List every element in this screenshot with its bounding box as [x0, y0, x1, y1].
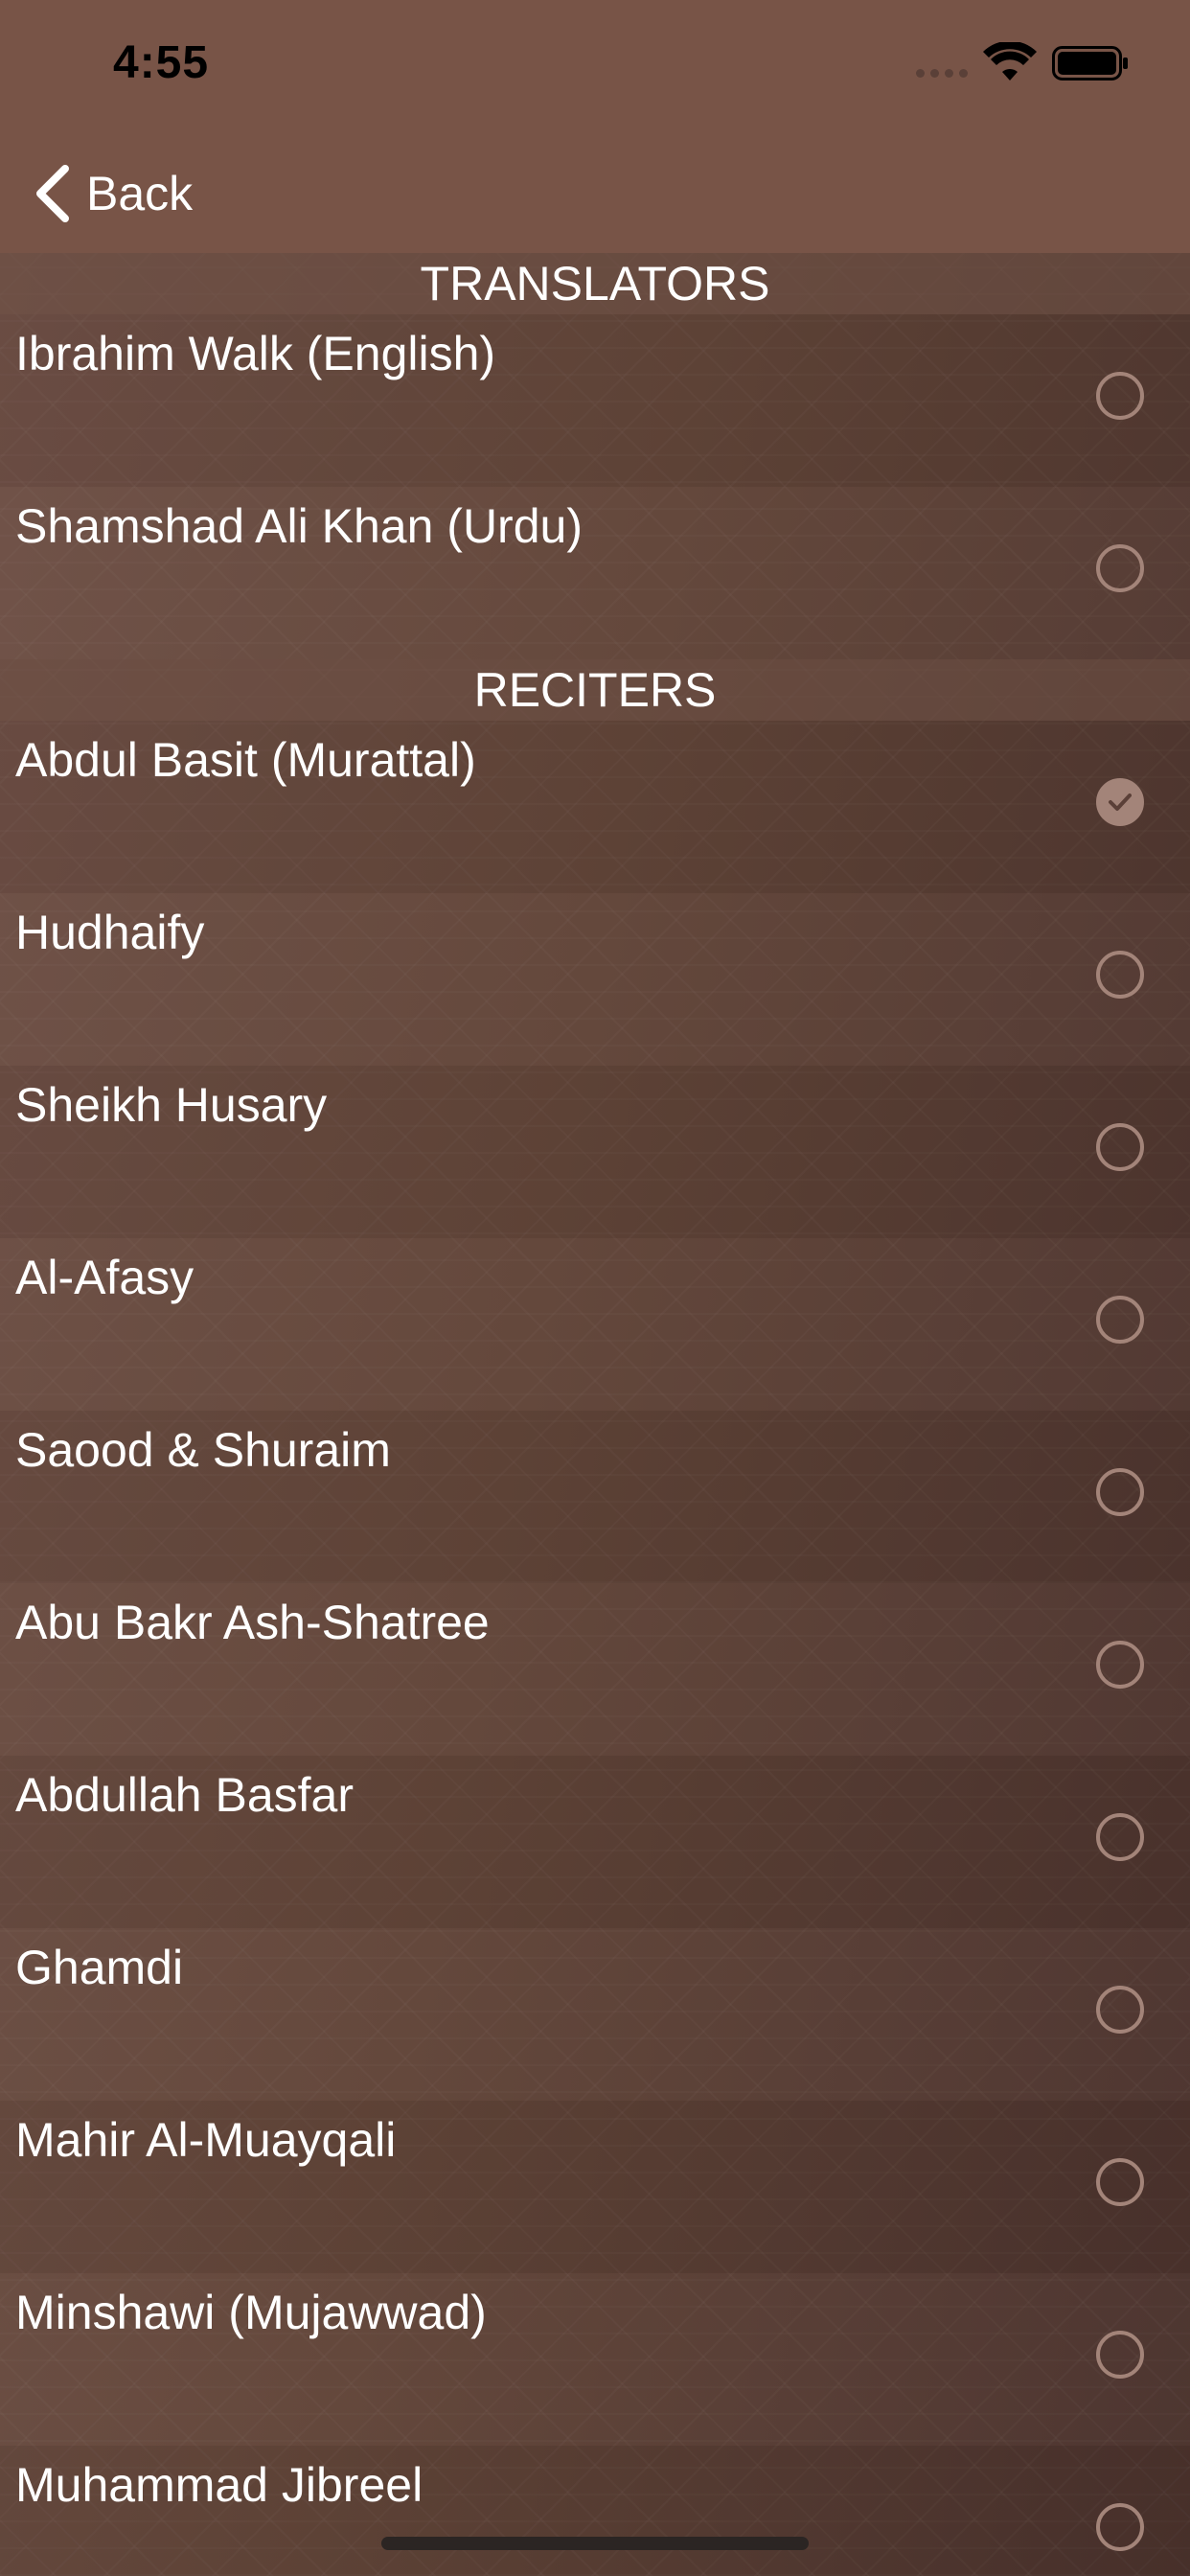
list-item[interactable]: Minshawi (Mujawwad): [0, 2273, 1190, 2446]
list-item-label: Minshawi (Mujawwad): [15, 2286, 487, 2339]
wifi-icon: [983, 42, 1037, 80]
list-item-label: Al-Afasy: [15, 1251, 195, 1304]
radio-button[interactable]: [1096, 1123, 1144, 1171]
radio-button[interactable]: [1096, 1296, 1144, 1344]
radio-button[interactable]: [1096, 372, 1144, 420]
list-item[interactable]: Mahir Al-Muayqali: [0, 2101, 1190, 2273]
list-item[interactable]: Abdul Basit (Murattal): [0, 721, 1190, 893]
radio-button[interactable]: [1096, 951, 1144, 999]
reciters-list: Abdul Basit (Murattal) Hudhaify Sheikh H…: [0, 721, 1190, 2576]
radio-button[interactable]: [1096, 1641, 1144, 1689]
list-item[interactable]: Muhammad Jibreel: [0, 2446, 1190, 2576]
status-bar: 4:55: [0, 0, 1190, 134]
list-item-label: Shamshad Ali Khan (Urdu): [15, 499, 583, 553]
radio-button[interactable]: [1096, 1986, 1144, 2034]
battery-icon: [1052, 46, 1128, 80]
radio-button[interactable]: [1096, 1813, 1144, 1861]
radio-button-selected[interactable]: [1096, 778, 1144, 826]
status-time: 4:55: [113, 37, 210, 88]
checkmark-icon: [1109, 794, 1132, 811]
list-item-label: Abu Bakr Ash-Shatree: [15, 1596, 490, 1649]
home-indicator[interactable]: [381, 2537, 809, 2550]
list-item[interactable]: Ibrahim Walk (English): [0, 314, 1190, 487]
list-item-label: Muhammad Jibreel: [15, 2458, 423, 2512]
list-item-label: Ibrahim Walk (English): [15, 327, 496, 380]
cellular-signal-icon: [916, 69, 968, 78]
section-header-reciters: RECITERS: [0, 659, 1190, 721]
list-item-label: Sheikh Husary: [15, 1078, 328, 1132]
list-item[interactable]: Abdullah Basfar: [0, 1756, 1190, 1928]
navigation-bar: Back: [0, 134, 1190, 254]
settings-list[interactable]: TRANSLATORS Ibrahim Walk (English) Shams…: [0, 253, 1190, 2576]
translators-list: Ibrahim Walk (English) Shamshad Ali Khan…: [0, 314, 1190, 659]
radio-button[interactable]: [1096, 2503, 1144, 2551]
radio-button[interactable]: [1096, 2331, 1144, 2379]
list-item[interactable]: Al-Afasy: [0, 1238, 1190, 1411]
list-item[interactable]: Sheikh Husary: [0, 1066, 1190, 1238]
radio-button[interactable]: [1096, 2158, 1144, 2206]
radio-button[interactable]: [1096, 1468, 1144, 1516]
list-item-label: Abdullah Basfar: [15, 1768, 355, 1822]
list-item[interactable]: Shamshad Ali Khan (Urdu): [0, 487, 1190, 659]
list-item[interactable]: Abu Bakr Ash-Shatree: [0, 1583, 1190, 1756]
list-item-label: Hudhaify: [15, 906, 205, 959]
back-button[interactable]: Back: [33, 155, 193, 232]
back-label: Back: [86, 167, 194, 220]
list-item[interactable]: Saood & Shuraim: [0, 1411, 1190, 1583]
list-item-label: Mahir Al-Muayqali: [15, 2113, 397, 2167]
chevron-left-icon: [36, 165, 69, 222]
list-item-label: Ghamdi: [15, 1941, 184, 1994]
section-header-translators: TRANSLATORS: [0, 253, 1190, 314]
list-item[interactable]: Ghamdi: [0, 1928, 1190, 2101]
list-item[interactable]: Hudhaify: [0, 893, 1190, 1066]
list-item-label: Abdul Basit (Murattal): [15, 733, 476, 787]
radio-button[interactable]: [1096, 544, 1144, 592]
list-item-label: Saood & Shuraim: [15, 1423, 391, 1477]
